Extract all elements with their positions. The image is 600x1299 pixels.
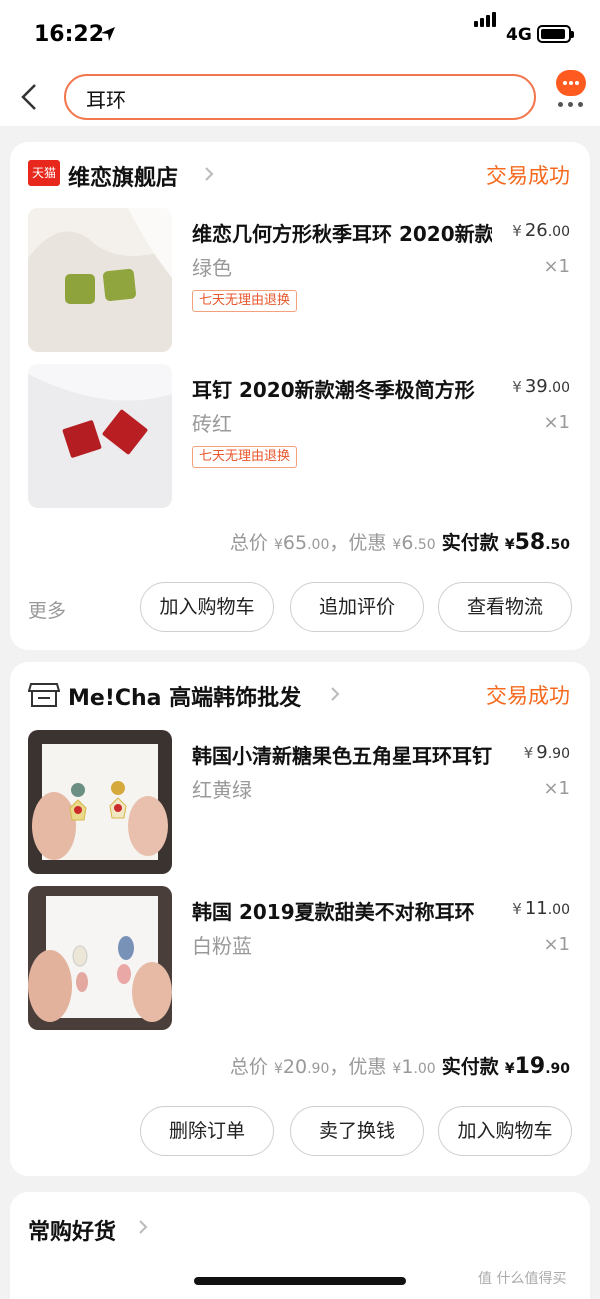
delete-order-button[interactable]: 删除订单 [140, 1106, 274, 1156]
item-price: ¥11.00 [512, 898, 570, 919]
product-image[interactable] [28, 886, 172, 1030]
item-title[interactable]: 维恋几何方形秋季耳环 2020新款 [192, 218, 492, 247]
more-link[interactable]: 更多 [28, 596, 66, 623]
item-quantity: ×1 [543, 256, 570, 277]
search-input[interactable] [86, 86, 486, 110]
order-item[interactable]: 韩国小清新糖果色五角星耳环耳钉 ¥9.90 红黄绿 ×1 [10, 730, 590, 876]
item-quantity: ×1 [543, 412, 570, 433]
location-arrow-icon [101, 27, 115, 41]
add-review-button[interactable]: 追加评价 [290, 582, 424, 632]
product-image[interactable] [28, 208, 172, 352]
item-title[interactable]: 韩国小清新糖果色五角星耳环耳钉 [192, 740, 492, 769]
chevron-right-icon [331, 687, 340, 701]
order-status: 交易成功 [486, 684, 570, 708]
tmall-badge-icon: 天猫 [28, 160, 60, 186]
shop-name[interactable]: 维恋旗舰店 [68, 160, 178, 192]
chevron-right-icon [205, 167, 214, 181]
item-title[interactable]: 耳钉 2020新款潮冬季极简方形 [192, 374, 492, 403]
return-policy-tag: 七天无理由退换 [192, 290, 298, 312]
item-price: ¥9.90 [523, 742, 570, 763]
item-quantity: ×1 [543, 778, 570, 799]
return-policy-tag: 七天无理由退换 [192, 446, 298, 468]
order-status: 交易成功 [486, 164, 570, 188]
order-item[interactable]: 维恋几何方形秋季耳环 2020新款 ¥26.00 绿色 ×1 七天无理由退换 [10, 208, 590, 354]
battery-icon [537, 25, 574, 43]
message-button[interactable] [552, 70, 588, 110]
order-item[interactable]: 耳钉 2020新款潮冬季极简方形 ¥39.00 砖红 ×1 七天无理由退换 [10, 364, 590, 510]
order-totals: 总价 ¥20.90，优惠 ¥1.00 实付款 ¥19.90 [229, 1054, 570, 1079]
item-price: ¥26.00 [512, 220, 570, 241]
add-to-cart-button[interactable]: 加入购物车 [140, 582, 274, 632]
watermark: 值 什么值得买 [478, 1271, 567, 1287]
network-label: 4G [506, 25, 532, 45]
item-variant: 砖红 [192, 412, 232, 436]
view-logistics-button[interactable]: 查看物流 [438, 582, 572, 632]
add-to-cart-button[interactable]: 加入购物车 [438, 1106, 572, 1156]
item-variant: 白粉蓝 [192, 934, 252, 958]
status-time: 16:22 [34, 22, 105, 47]
top-nav [0, 70, 600, 126]
order-card[interactable]: 天猫 维恋旗舰店 交易成功 维恋几何方形秋季耳环 2020新款 ¥26.00 绿… [10, 142, 590, 650]
item-variant: 绿色 [192, 256, 232, 280]
order-item[interactable]: 韩国 2019夏款甜美不对称耳环 ¥11.00 白粉蓝 ×1 [10, 886, 590, 1032]
item-quantity: ×1 [543, 934, 570, 955]
item-title[interactable]: 韩国 2019夏款甜美不对称耳环 [192, 896, 492, 925]
shop-header[interactable]: Me!Cha 高端韩饰批发 交易成功 [10, 662, 590, 722]
search-box[interactable] [64, 74, 536, 120]
shop-header[interactable]: 天猫 维恋旗舰店 交易成功 [10, 142, 590, 202]
order-totals: 总价 ¥65.00，优惠 ¥6.50 实付款 ¥58.50 [229, 530, 570, 555]
shop-name[interactable]: Me!Cha 高端韩饰批发 [68, 680, 301, 712]
store-icon [28, 683, 60, 707]
home-indicator[interactable] [194, 1277, 406, 1285]
message-icon [556, 70, 586, 96]
order-card[interactable]: Me!Cha 高端韩饰批发 交易成功 韩国小清新糖果色五角星耳环耳钉 ¥9.90… [10, 662, 590, 1176]
chevron-right-icon [139, 1220, 148, 1234]
product-image[interactable] [28, 730, 172, 874]
back-icon[interactable] [18, 82, 42, 112]
product-image[interactable] [28, 364, 172, 508]
status-bar: 16:22 4G [0, 0, 600, 70]
frequent-goods-title[interactable]: 常购好货 [28, 1214, 116, 1246]
item-variant: 红黄绿 [192, 778, 252, 802]
item-price: ¥39.00 [512, 376, 570, 397]
resell-button[interactable]: 卖了换钱 [290, 1106, 424, 1156]
